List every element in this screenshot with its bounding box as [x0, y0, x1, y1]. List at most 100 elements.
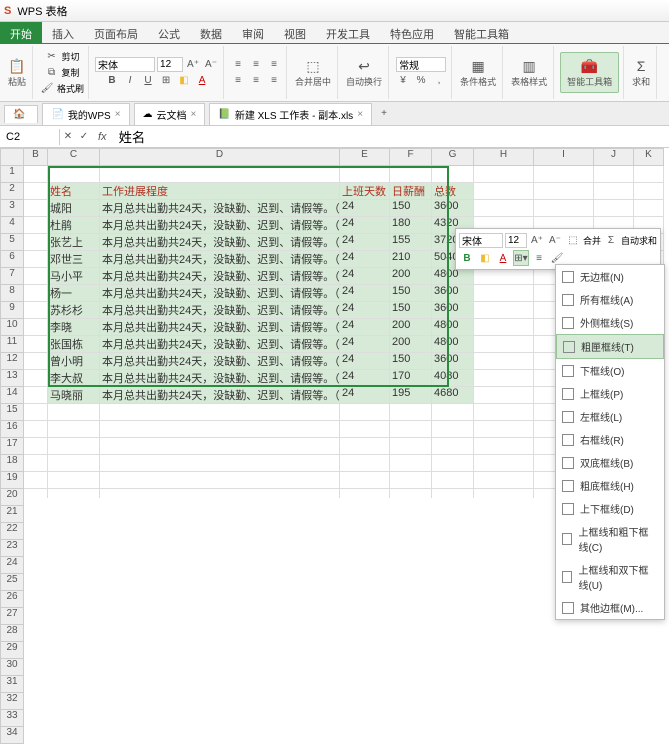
row-header[interactable]: 15: [0, 404, 24, 421]
fx-accept-icon[interactable]: ✓: [76, 129, 92, 145]
cell[interactable]: 李大叔: [48, 370, 100, 387]
cell[interactable]: 210: [390, 251, 432, 268]
row-header[interactable]: 22: [0, 523, 24, 540]
cell[interactable]: 本月总共出勤共24天，没缺勤、迟到、请假等。（全勤）: [100, 319, 340, 336]
italic-button[interactable]: I: [122, 73, 138, 89]
cell[interactable]: [24, 285, 48, 302]
cell[interactable]: 155: [390, 234, 432, 251]
cell[interactable]: [634, 183, 664, 200]
row-header[interactable]: 5: [0, 234, 24, 251]
cell[interactable]: 24: [340, 200, 390, 217]
cell[interactable]: [48, 489, 100, 498]
cell[interactable]: [474, 421, 534, 438]
cell[interactable]: [534, 200, 594, 217]
cell[interactable]: [474, 285, 534, 302]
bold-button[interactable]: B: [104, 73, 120, 89]
mini-font-select[interactable]: [459, 233, 503, 248]
cell[interactable]: [100, 438, 340, 455]
mini-inc-font-icon[interactable]: A⁺: [529, 232, 545, 248]
cell[interactable]: [24, 455, 48, 472]
row-header[interactable]: 4: [0, 217, 24, 234]
cell[interactable]: [24, 438, 48, 455]
border-menu-item[interactable]: 粗匣框线(T): [556, 334, 664, 359]
cell[interactable]: [100, 166, 340, 183]
cell[interactable]: [432, 438, 474, 455]
mini-dec-font-icon[interactable]: A⁻: [547, 232, 563, 248]
cell[interactable]: [24, 387, 48, 404]
cell[interactable]: [390, 421, 432, 438]
row-header[interactable]: 34: [0, 727, 24, 744]
col-header-E[interactable]: E: [340, 148, 390, 166]
menu-公式[interactable]: 公式: [148, 22, 190, 43]
cell[interactable]: 4800: [432, 319, 474, 336]
row-header[interactable]: 27: [0, 608, 24, 625]
cell[interactable]: [634, 200, 664, 217]
cell[interactable]: 150: [390, 353, 432, 370]
cell[interactable]: 24: [340, 217, 390, 234]
menu-数据[interactable]: 数据: [190, 22, 232, 43]
row-header[interactable]: 6: [0, 251, 24, 268]
cell[interactable]: [432, 166, 474, 183]
formula-input[interactable]: [113, 127, 669, 146]
cell[interactable]: 杨一: [48, 285, 100, 302]
cell[interactable]: 总数: [432, 183, 474, 200]
cell[interactable]: [24, 353, 48, 370]
cell[interactable]: [24, 302, 48, 319]
font-size-select[interactable]: [157, 57, 183, 72]
cell[interactable]: 24: [340, 285, 390, 302]
cell[interactable]: 180: [390, 217, 432, 234]
cell[interactable]: [432, 404, 474, 421]
border-button[interactable]: ⊞: [158, 73, 174, 89]
cell[interactable]: [48, 455, 100, 472]
cell[interactable]: 150: [390, 302, 432, 319]
decrease-font-icon[interactable]: A⁻: [203, 57, 219, 73]
font-family-select[interactable]: [95, 57, 155, 72]
cell[interactable]: 24: [340, 336, 390, 353]
align-top-icon[interactable]: ≡: [230, 57, 246, 73]
increase-font-icon[interactable]: A⁺: [185, 57, 201, 73]
menu-审阅[interactable]: 审阅: [232, 22, 274, 43]
border-menu-item[interactable]: 外侧框线(S): [556, 311, 664, 334]
cell[interactable]: 姓名: [48, 183, 100, 200]
cell[interactable]: [474, 268, 534, 285]
cell[interactable]: 本月总共出勤共24天，没缺勤、迟到、请假等。（全勤）: [100, 200, 340, 217]
row-header[interactable]: 19: [0, 472, 24, 489]
cell[interactable]: [100, 455, 340, 472]
underline-button[interactable]: U: [140, 73, 156, 89]
cond-format-button[interactable]: ▦条件格式: [458, 55, 498, 90]
col-header-J[interactable]: J: [594, 148, 634, 166]
cell[interactable]: 200: [390, 319, 432, 336]
cell[interactable]: [24, 489, 48, 498]
cell[interactable]: [390, 166, 432, 183]
cell[interactable]: 曾小明: [48, 353, 100, 370]
font-color-button[interactable]: A: [194, 73, 210, 89]
row-header[interactable]: 33: [0, 710, 24, 727]
cell[interactable]: 195: [390, 387, 432, 404]
cell[interactable]: 4800: [432, 336, 474, 353]
merge-button[interactable]: ⬚合并居中: [293, 55, 333, 90]
col-header-K[interactable]: K: [634, 148, 664, 166]
row-header[interactable]: 14: [0, 387, 24, 404]
cell[interactable]: 24: [340, 251, 390, 268]
cell[interactable]: [390, 455, 432, 472]
cell[interactable]: [340, 404, 390, 421]
percent-icon[interactable]: %: [413, 72, 429, 88]
cell[interactable]: 本月总共出勤共24天，没缺勤、迟到、请假等。（全勤）: [100, 387, 340, 404]
cell[interactable]: 上班天数: [340, 183, 390, 200]
cell[interactable]: 24: [340, 370, 390, 387]
row-header[interactable]: 29: [0, 642, 24, 659]
fx-cancel-icon[interactable]: ✕: [60, 129, 76, 145]
new-tab-button[interactable]: +: [376, 106, 392, 122]
row-header[interactable]: 2: [0, 183, 24, 200]
mini-align-button[interactable]: ≡: [531, 250, 547, 266]
row-header[interactable]: 13: [0, 370, 24, 387]
cell[interactable]: [634, 166, 664, 183]
cell[interactable]: 3600: [432, 200, 474, 217]
menu-开发工具[interactable]: 开发工具: [316, 22, 380, 43]
col-header-D[interactable]: D: [100, 148, 340, 166]
number-format-select[interactable]: [396, 57, 446, 72]
row-header[interactable]: 7: [0, 268, 24, 285]
cell[interactable]: [534, 183, 594, 200]
row-header[interactable]: 21: [0, 506, 24, 523]
cell[interactable]: [474, 353, 534, 370]
